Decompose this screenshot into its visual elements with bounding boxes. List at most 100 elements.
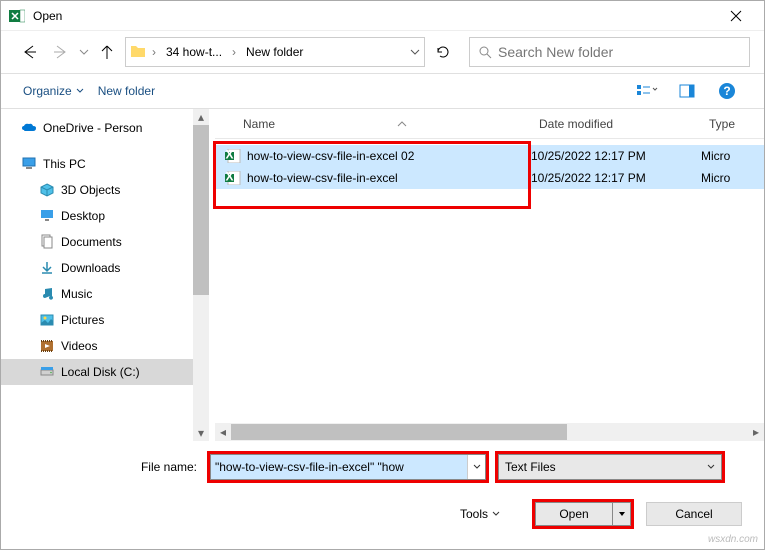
back-button[interactable] — [15, 38, 43, 66]
file-name: how-to-view-csv-file-in-excel — [247, 171, 398, 185]
documents-icon — [39, 234, 55, 250]
column-name-label: Name — [243, 117, 275, 131]
filename-dropdown-icon[interactable] — [467, 455, 485, 479]
file-list: Name Date modified Type X how-to-view-cs… — [215, 109, 764, 441]
sidebar-item-label: Videos — [61, 339, 97, 353]
excel-file-icon: X — [225, 171, 241, 185]
sort-indicator-icon — [397, 121, 407, 127]
breadcrumb-2[interactable]: New folder — [242, 43, 307, 61]
scrollbar-thumb[interactable] — [193, 125, 209, 295]
svg-text:X: X — [225, 149, 233, 162]
refresh-button[interactable] — [429, 38, 457, 66]
sidebar-item-documents[interactable]: Documents — [1, 229, 193, 255]
sidebar-item-label: Music — [61, 287, 92, 301]
view-mode-button[interactable] — [632, 79, 662, 103]
filename-input-group[interactable] — [210, 454, 486, 480]
svg-text:?: ? — [723, 84, 730, 98]
watermark: wsxdn.com — [708, 534, 758, 545]
sidebar-item-localdisk[interactable]: Local Disk (C:) — [1, 359, 193, 385]
column-date[interactable]: Date modified — [531, 115, 701, 133]
excel-icon — [9, 8, 25, 24]
file-date: 10/25/2022 12:17 PM — [531, 149, 701, 163]
filter-label: Text Files — [505, 460, 556, 474]
recent-dropdown-icon[interactable] — [79, 47, 89, 57]
open-button[interactable]: Open — [535, 502, 613, 526]
filename-input[interactable] — [211, 455, 467, 479]
downloads-icon — [39, 260, 55, 276]
sidebar-item-3dobjects[interactable]: 3D Objects — [1, 177, 193, 203]
close-button[interactable] — [716, 2, 756, 30]
column-headers: Name Date modified Type — [215, 109, 764, 139]
3d-icon — [39, 182, 55, 198]
sidebar-item-music[interactable]: Music — [1, 281, 193, 307]
videos-icon — [39, 338, 55, 354]
scroll-down-icon[interactable]: ▾ — [193, 425, 209, 441]
filename-label: File name: — [19, 460, 201, 474]
sidebar-item-label: This PC — [43, 157, 86, 171]
sidebar-item-label: OneDrive - Person — [43, 121, 142, 135]
pictures-icon — [39, 312, 55, 328]
file-name: how-to-view-csv-file-in-excel 02 — [247, 149, 414, 163]
file-row[interactable]: X how-to-view-csv-file-in-excel 02 10/25… — [215, 145, 764, 167]
column-type[interactable]: Type — [701, 115, 764, 133]
up-button[interactable] — [93, 38, 121, 66]
sidebar-scrollbar[interactable]: ▴ ▾ — [193, 109, 209, 441]
file-type: Micro — [701, 171, 764, 185]
chevron-right-icon[interactable]: › — [150, 45, 158, 59]
sidebar-item-label: Local Disk (C:) — [61, 365, 140, 379]
new-folder-button[interactable]: New folder — [98, 84, 155, 98]
filetype-filter[interactable]: Text Files — [498, 454, 722, 480]
drive-icon — [39, 364, 55, 380]
column-name[interactable]: Name — [215, 115, 531, 133]
file-row[interactable]: X how-to-view-csv-file-in-excel 10/25/20… — [215, 167, 764, 189]
chevron-down-icon — [76, 87, 84, 95]
desktop-icon — [39, 208, 55, 224]
chevron-down-icon — [707, 463, 715, 471]
scroll-left-icon[interactable]: ◂ — [215, 425, 231, 439]
sidebar: OneDrive - Person This PC 3D Objects Des… — [1, 109, 193, 441]
folder-icon — [130, 44, 146, 60]
organize-label: Organize — [23, 84, 72, 98]
sidebar-item-desktop[interactable]: Desktop — [1, 203, 193, 229]
open-dropdown-button[interactable] — [613, 502, 631, 526]
search-input[interactable] — [498, 44, 741, 60]
help-button[interactable]: ? — [712, 79, 742, 103]
sidebar-item-onedrive[interactable]: OneDrive - Person — [1, 115, 193, 141]
svg-text:X: X — [225, 171, 233, 184]
excel-file-icon: X — [225, 149, 241, 163]
titlebar: Open — [1, 1, 764, 31]
scroll-up-icon[interactable]: ▴ — [193, 109, 209, 125]
horizontal-scrollbar[interactable]: ◂ ▸ — [215, 423, 764, 441]
address-dropdown-icon[interactable] — [410, 47, 420, 57]
search-box[interactable] — [469, 37, 750, 67]
highlight-annotation: Open — [532, 499, 634, 529]
onedrive-icon — [21, 120, 37, 136]
sidebar-item-label: Pictures — [61, 313, 104, 327]
highlight-annotation — [207, 451, 489, 483]
bottom-panel: File name: Text Files Tools Open Cancel — [1, 441, 764, 537]
forward-button[interactable] — [47, 38, 75, 66]
search-icon — [478, 45, 492, 59]
breadcrumb-1[interactable]: 34 how-t... — [162, 43, 226, 61]
tools-menu[interactable]: Tools — [460, 507, 500, 521]
scrollbar-thumb[interactable] — [231, 424, 567, 440]
scroll-right-icon[interactable]: ▸ — [748, 425, 764, 439]
address-bar[interactable]: › 34 how-t... › New folder — [125, 37, 425, 67]
sidebar-item-label: Desktop — [61, 209, 105, 223]
chevron-right-icon[interactable]: › — [230, 45, 238, 59]
sidebar-item-thispc[interactable]: This PC — [1, 151, 193, 177]
file-date: 10/25/2022 12:17 PM — [531, 171, 701, 185]
sidebar-item-downloads[interactable]: Downloads — [1, 255, 193, 281]
music-icon — [39, 286, 55, 302]
pc-icon — [21, 156, 37, 172]
window-title: Open — [33, 9, 62, 23]
preview-pane-button[interactable] — [672, 79, 702, 103]
organize-menu[interactable]: Organize — [23, 84, 84, 98]
file-type: Micro — [701, 149, 764, 163]
cancel-button[interactable]: Cancel — [646, 502, 742, 526]
highlight-annotation: Text Files — [495, 451, 725, 483]
sidebar-item-videos[interactable]: Videos — [1, 333, 193, 359]
chevron-down-icon — [492, 510, 500, 518]
navbar: › 34 how-t... › New folder — [1, 31, 764, 73]
sidebar-item-pictures[interactable]: Pictures — [1, 307, 193, 333]
